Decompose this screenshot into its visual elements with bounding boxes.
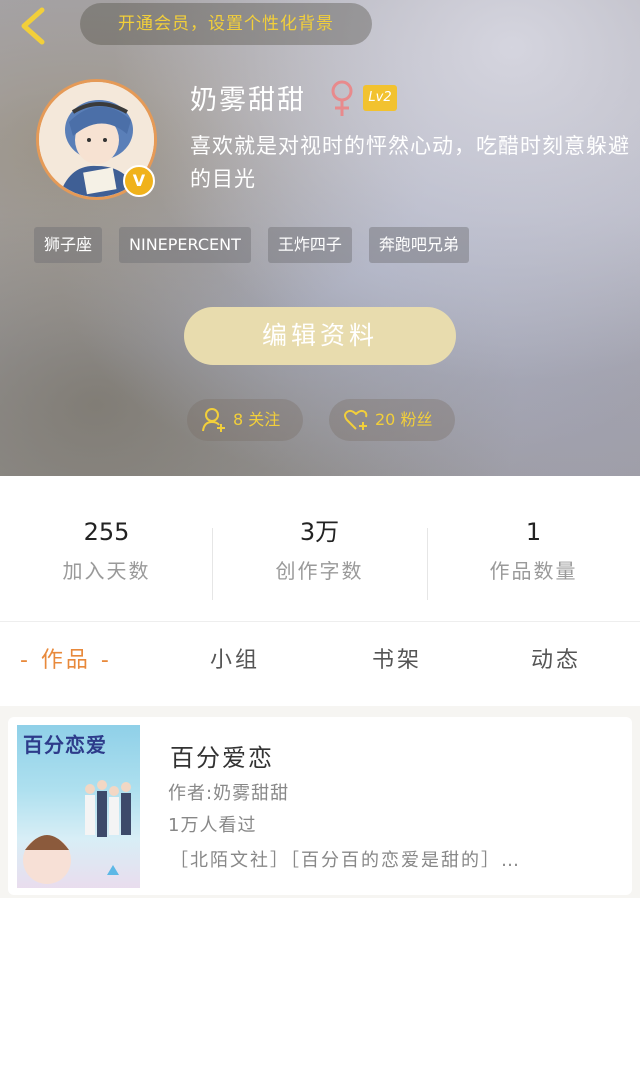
vip-background-prompt[interactable]: 开通会员，设置个性化背景 <box>80 3 372 45</box>
stat-label: 作品数量 <box>489 559 578 583</box>
add-user-icon <box>202 408 225 432</box>
heart-plus-icon <box>344 409 368 430</box>
interest-tag[interactable]: 狮子座 <box>34 227 103 263</box>
female-icon <box>330 80 354 118</box>
divider <box>427 528 428 600</box>
tab-activity[interactable]: 动态 <box>531 642 581 674</box>
edit-profile-button[interactable]: 编辑资料 <box>184 307 456 365</box>
following-count: 8 关注 <box>233 410 281 429</box>
profile-bio: 喜欢就是对视时的怦然心动，吃醋时刻意躲避的目光 <box>190 134 630 191</box>
book-cover-title: 百分恋爱 <box>23 733 107 757</box>
interest-tag[interactable]: NINEPERCENT <box>119 227 251 263</box>
username: 奶雾甜甜 <box>190 85 306 116</box>
profile-header: 开通会员，设置个性化背景 V 奶雾甜甜 Lv2 喜欢就是对视时的怦然心动，吃醋时… <box>0 0 640 476</box>
interest-tags: 狮子座 NINEPERCENT 王炸四子 奔跑吧兄弟 <box>34 227 469 263</box>
stat-label: 加入天数 <box>62 559 151 583</box>
vip-verified-badge: V <box>123 165 155 197</box>
stat-value: 1 <box>525 518 542 546</box>
divider <box>212 528 213 600</box>
stats-row: 255 加入天数 3万 创作字数 1 作品数量 <box>0 513 640 605</box>
book-views: 1万人看过 <box>168 815 257 836</box>
chevron-left-icon <box>21 7 45 45</box>
back-button[interactable] <box>14 4 58 48</box>
tab-bookshelf[interactable]: 书架 <box>372 642 422 674</box>
stat-value: 3万 <box>299 518 340 546</box>
stat-days-joined: 255 加入天数 <box>0 513 213 584</box>
tab-groups[interactable]: 小组 <box>210 642 260 674</box>
tab-works[interactable]: - 作品 - <box>20 642 112 674</box>
interest-tag[interactable]: 王炸四子 <box>267 227 352 263</box>
book-author: 作者:奶雾甜甜 <box>168 783 290 804</box>
stat-works-count: 1 作品数量 <box>427 513 640 584</box>
book-title[interactable]: 百分爱恋 <box>170 738 274 773</box>
fans-count: 20 粉丝 <box>375 410 433 429</box>
fans-button[interactable]: 20 粉丝 <box>329 399 455 441</box>
stat-word-count: 3万 创作字数 <box>213 513 426 584</box>
book-tags: ［北陌文社］［百分百的恋爱是甜的］… <box>170 850 521 871</box>
stat-label: 创作字数 <box>275 559 364 583</box>
divider <box>0 621 640 622</box>
stat-value: 255 <box>83 518 130 546</box>
book-cover[interactable]: 百分恋爱 <box>17 725 140 888</box>
level-badge: Lv2 <box>363 85 397 111</box>
interest-tag[interactable]: 奔跑吧兄弟 <box>368 227 469 263</box>
following-button[interactable]: 8 关注 <box>187 399 303 441</box>
